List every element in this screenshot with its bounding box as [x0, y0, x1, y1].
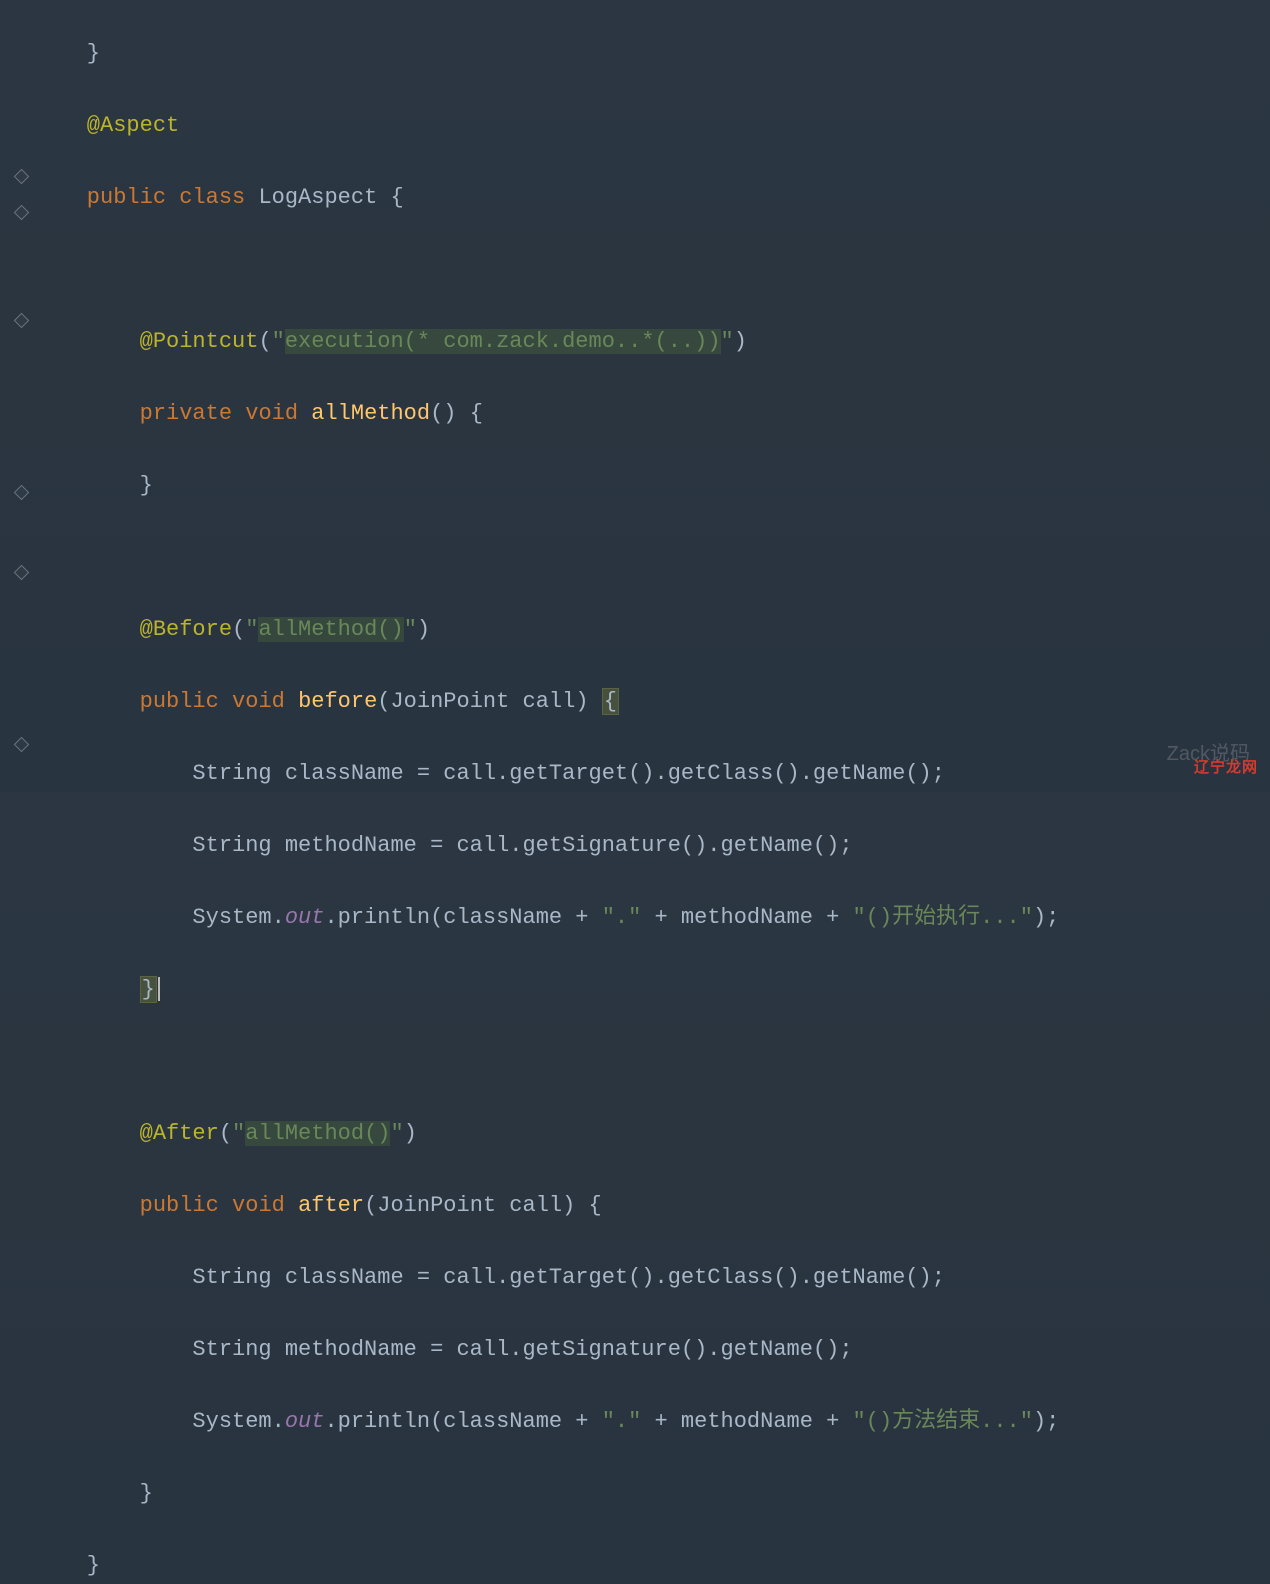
keyword: public [34, 1193, 219, 1218]
code-editor[interactable]: } @Aspect public class LogAspect { @Poin… [0, 0, 1270, 792]
keyword: private [34, 401, 232, 426]
method-name: allMethod [311, 401, 430, 426]
string: "()开始执行..." [853, 905, 1033, 930]
string: " [245, 617, 258, 642]
code-text: } [34, 1553, 100, 1578]
code-text: .println(className + [324, 1409, 601, 1434]
keyword: public [34, 689, 219, 714]
punct: ) [417, 617, 430, 642]
annotation: @Aspect [34, 113, 179, 138]
keyword: void [245, 401, 298, 426]
params: (JoinPoint call) { [364, 1193, 602, 1218]
keyword: void [232, 1193, 285, 1218]
method-name: before [298, 689, 377, 714]
code-area[interactable]: } @Aspect public class LogAspect { @Poin… [30, 0, 1270, 792]
punct: ) [734, 329, 747, 354]
string-highlight: allMethod() [258, 617, 403, 642]
string: "()方法结束..." [853, 1409, 1033, 1434]
punct: ) [404, 1121, 417, 1146]
string: " [721, 329, 734, 354]
watermark-text: 辽宁龙网 [1194, 750, 1258, 786]
text-cursor [158, 977, 160, 1001]
fold-icon[interactable] [14, 485, 30, 501]
code-text: } [34, 41, 100, 66]
string-highlight: execution [285, 329, 404, 354]
code-text: String methodName = call.getSignature().… [34, 1337, 853, 1362]
brace-match: { [602, 688, 619, 715]
code-text: System. [34, 905, 285, 930]
code-text: String className = call.getTarget().getC… [34, 761, 945, 786]
method-name: after [298, 1193, 364, 1218]
punct: ( [232, 617, 245, 642]
string: " [404, 617, 417, 642]
class-name: LogAspect { [258, 185, 403, 210]
code-text: ); [1033, 1409, 1059, 1434]
string: "." [602, 1409, 642, 1434]
field: out [285, 1409, 325, 1434]
keyword: class [179, 185, 245, 210]
code-text: String className = call.getTarget().getC… [34, 1265, 945, 1290]
code-text: + methodName + [641, 1409, 852, 1434]
code-text: .println(className + [324, 905, 601, 930]
fold-icon[interactable] [14, 169, 30, 185]
brace-match: } [140, 976, 157, 1003]
field: out [285, 905, 325, 930]
keyword: public [34, 185, 166, 210]
keyword: void [232, 689, 285, 714]
fold-icon[interactable] [14, 737, 30, 753]
gutter [0, 0, 30, 792]
string-highlight: (* com.zack.demo..*(..)) [404, 329, 721, 354]
fold-icon[interactable] [14, 313, 30, 329]
code-text: } [34, 473, 153, 498]
code-text: System. [34, 1409, 285, 1434]
annotation: @Before [34, 617, 232, 642]
punct: ( [258, 329, 271, 354]
annotation: @Pointcut [34, 329, 258, 354]
code-text: + methodName + [641, 905, 852, 930]
punct: () { [430, 401, 483, 426]
string-highlight: allMethod() [245, 1121, 390, 1146]
code-text: String methodName = call.getSignature().… [34, 833, 853, 858]
string: " [232, 1121, 245, 1146]
fold-icon[interactable] [14, 565, 30, 581]
code-text: } [34, 1481, 153, 1506]
string: " [272, 329, 285, 354]
punct: ( [219, 1121, 232, 1146]
string: "." [602, 905, 642, 930]
string: " [390, 1121, 403, 1146]
params: (JoinPoint call) [377, 689, 601, 714]
code-text: ); [1033, 905, 1059, 930]
annotation: @After [34, 1121, 219, 1146]
fold-icon[interactable] [14, 205, 30, 221]
